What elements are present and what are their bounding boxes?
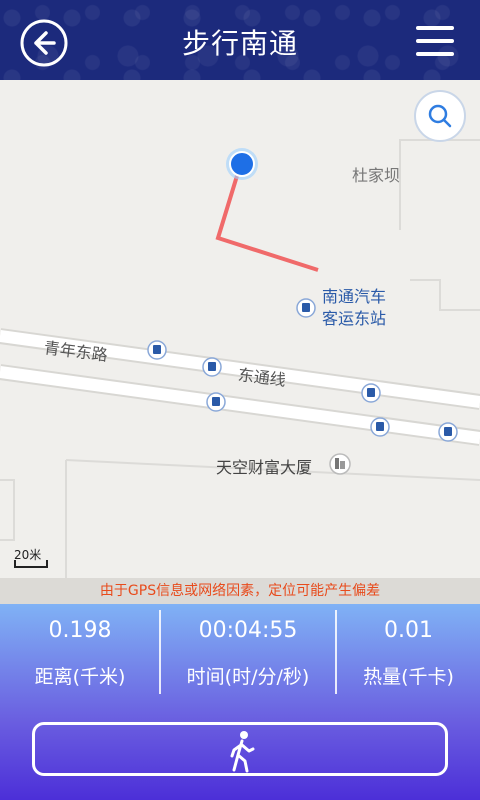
search-icon bbox=[428, 104, 452, 128]
distance-label: 距离(千米) bbox=[34, 666, 126, 688]
distance-value: 0.198 bbox=[48, 618, 112, 643]
walking-person-icon bbox=[230, 731, 255, 773]
time-stat: 00:04:55 时间(时/分/秒) bbox=[161, 604, 335, 694]
distance-stat: 0.198 距离(千米) bbox=[0, 604, 160, 694]
building-label: 天空财富大厦 bbox=[216, 458, 313, 477]
calories-stat: 0.01 热量(千卡) bbox=[337, 604, 480, 694]
map-canvas bbox=[0, 139, 480, 578]
app-header: 步行南通 bbox=[0, 0, 480, 80]
current-location-marker bbox=[229, 151, 255, 177]
time-label: 时间(时/分/秒) bbox=[186, 666, 310, 688]
map-search-button[interactable] bbox=[414, 90, 466, 142]
scale-bar bbox=[14, 560, 48, 568]
menu-button[interactable] bbox=[416, 24, 454, 58]
start-walk-button[interactable] bbox=[32, 722, 448, 776]
poi-label-line1: 南通汽车 bbox=[322, 287, 387, 306]
gps-warning: 由于GPS信息或网络因素，定位可能产生偏差 bbox=[0, 578, 480, 604]
time-value: 00:04:55 bbox=[198, 618, 298, 643]
calories-label: 热量(千卡) bbox=[363, 666, 454, 688]
poi-label-line2: 客运东站 bbox=[322, 309, 387, 328]
calories-value: 0.01 bbox=[384, 618, 433, 643]
route-line bbox=[215, 165, 319, 272]
map-label-dujiaba: 杜家坝 bbox=[352, 166, 401, 185]
stats-panel: 0.198 距离(千米) 00:04:55 时间(时/分/秒) 0.01 热量(… bbox=[0, 604, 480, 800]
page-title: 步行南通 bbox=[181, 27, 298, 60]
map-view[interactable]: 杜家坝 南通汽车 客运东站 青年东路 东通线 天空财富大厦 bbox=[0, 80, 480, 578]
hamburger-menu-icon bbox=[416, 26, 454, 56]
